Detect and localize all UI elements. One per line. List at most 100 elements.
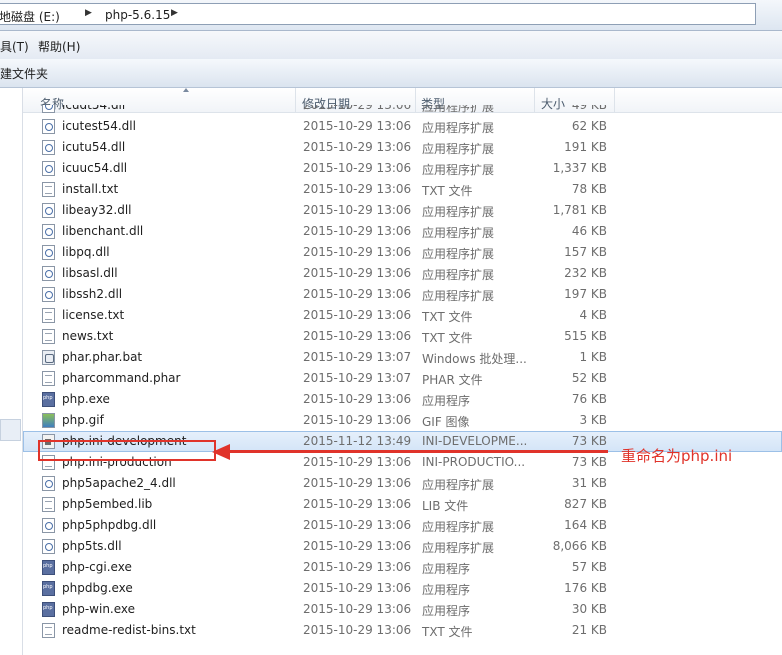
file-row[interactable]: install.txt 2015-10-29 13:06 TXT 文件 78 KB xyxy=(23,179,782,200)
file-row[interactable]: pharcommand.phar 2015-10-29 13:07 PHAR 文件 5… xyxy=(23,368,782,389)
sort-ascending-icon xyxy=(183,88,189,92)
dll-file-icon xyxy=(42,518,55,533)
file-size: 76 KB xyxy=(571,392,607,406)
file-date: 2015-10-29 13:06 xyxy=(303,392,412,406)
file-row[interactable]: php5ts.dll 2015-10-29 13:06 应用程序扩展 8,066 KB xyxy=(23,536,782,557)
file-date: 2015-10-29 13:06 xyxy=(303,161,412,175)
file-size: 157 KB xyxy=(564,245,607,259)
file-type: TXT 文件 xyxy=(422,625,473,639)
dll-file-icon xyxy=(42,140,55,155)
file-date: 2015-10-29 13:06 xyxy=(303,266,412,280)
dll-file-icon xyxy=(42,224,55,239)
dll-file-icon xyxy=(42,476,55,491)
menu-tools[interactable]: 具(T) xyxy=(0,38,29,55)
nav-selected-item[interactable] xyxy=(0,419,21,441)
file-size: 57 KB xyxy=(571,560,607,574)
file-date: 2015-10-29 13:06 xyxy=(303,140,412,154)
file-date: 2015-10-29 13:06 xyxy=(303,308,412,322)
file-row[interactable]: icuuc54.dll 2015-10-29 13:06 应用程序扩展 1,337 K… xyxy=(23,158,782,179)
file-type: LIB 文件 xyxy=(422,499,469,513)
file-type: 应用程序扩展 xyxy=(422,121,495,135)
file-row[interactable]: icutest54.dll 2015-10-29 13:06 应用程序扩展 62 KB xyxy=(23,116,782,137)
file-type: TXT 文件 xyxy=(422,184,473,198)
file-row[interactable]: libpq.dll 2015-10-29 13:06 应用程序扩展 157 KB xyxy=(23,242,782,263)
file-name: php5embed.lib xyxy=(62,497,153,511)
file-size: 30 KB xyxy=(571,602,607,616)
file-row[interactable]: libssh2.dll 2015-10-29 13:06 应用程序扩展 197 KB xyxy=(23,284,782,305)
file-size: 52 KB xyxy=(571,371,607,385)
file-name: libpq.dll xyxy=(62,245,110,259)
arrow-left-icon xyxy=(212,444,230,460)
file-date: 2015-10-29 13:06 xyxy=(303,182,412,196)
file-type: 应用程序 xyxy=(422,583,471,597)
file-name: pharcommand.phar xyxy=(62,371,181,385)
file-name: php5phpdbg.dll xyxy=(62,518,157,532)
annotation-highlight-box xyxy=(38,440,216,461)
annotation-note: 重命名为php.ini xyxy=(621,447,733,465)
file-row[interactable]: libsasl.dll 2015-10-29 13:06 应用程序扩展 232 KB xyxy=(23,263,782,284)
file-row[interactable]: phpdbg.exe 2015-10-29 13:06 应用程序 176 KB xyxy=(23,578,782,599)
breadcrumb-folder[interactable]: php-5.6.15 xyxy=(105,8,170,22)
dll-file-icon xyxy=(42,539,55,554)
file-row[interactable]: icudt54.dll 2015-10-29 13:06 应用程序扩展 49 KB xyxy=(23,105,782,116)
file-row[interactable]: libeay32.dll 2015-10-29 13:06 应用程序扩展 1,781 … xyxy=(23,200,782,221)
file-date: 2015-10-29 13:06 xyxy=(303,413,412,427)
file-size: 164 KB xyxy=(564,518,607,532)
file-size: 73 KB xyxy=(571,434,607,448)
breadcrumb-drive[interactable]: 地磁盘 (E:) xyxy=(0,8,60,25)
file-row[interactable]: readme-redist-bins.txt 2015-10-29 13:06 TX… xyxy=(23,620,782,641)
file-row[interactable]: php5apache2_4.dll 2015-10-29 13:06 应用程序扩展 3… xyxy=(23,473,782,494)
address-bar: 地磁盘 (E:) ▶ php-5.6.15 ▶ xyxy=(0,0,782,31)
file-row[interactable]: php.exe 2015-10-29 13:06 应用程序 76 KB xyxy=(23,389,782,410)
txt-file-icon xyxy=(42,308,55,323)
file-row[interactable]: news.txt 2015-10-29 13:06 TXT 文件 515 KB xyxy=(23,326,782,347)
file-date: 2015-10-29 13:06 xyxy=(303,518,412,532)
file-size: 1 KB xyxy=(579,350,607,364)
file-date: 2015-10-29 13:06 xyxy=(303,539,412,553)
navigation-pane[interactable] xyxy=(0,88,23,655)
file-type: 应用程序扩展 xyxy=(422,142,495,156)
dll-file-icon xyxy=(42,266,55,281)
file-type: 应用程序扩展 xyxy=(422,105,495,114)
file-row[interactable]: php-cgi.exe 2015-10-29 13:06 应用程序 57 KB xyxy=(23,557,782,578)
breadcrumb-separator-icon[interactable]: ▶ xyxy=(171,8,178,18)
new-folder-button[interactable]: 建文件夹 xyxy=(0,65,48,82)
file-row[interactable]: php-win.exe 2015-10-29 13:06 应用程序 30 KB xyxy=(23,599,782,620)
file-size: 31 KB xyxy=(571,476,607,490)
dll-file-icon xyxy=(42,161,55,176)
file-date: 2015-10-29 13:06 xyxy=(303,224,412,238)
annotation-arrow-line xyxy=(228,450,608,453)
file-list: icudt54.dll 2015-10-29 13:06 应用程序扩展 49 KB ic… xyxy=(23,105,782,655)
file-size: 515 KB xyxy=(564,329,607,343)
txt-file-icon xyxy=(42,497,55,512)
file-type: 应用程序扩展 xyxy=(422,205,495,219)
file-row[interactable]: php5embed.lib 2015-10-29 13:06 LIB 文件 827 K… xyxy=(23,494,782,515)
breadcrumb-separator-icon[interactable]: ▶ xyxy=(85,8,92,18)
file-size: 49 KB xyxy=(571,105,607,112)
file-row[interactable]: icutu54.dll 2015-10-29 13:06 应用程序扩展 191 KB xyxy=(23,137,782,158)
file-type: TXT 文件 xyxy=(422,331,473,345)
file-type: 应用程序扩展 xyxy=(422,289,495,303)
file-row[interactable]: license.txt 2015-10-29 13:06 TXT 文件 4 KB xyxy=(23,305,782,326)
exe-file-icon xyxy=(42,392,55,407)
file-row[interactable]: phar.phar.bat 2015-10-29 13:07 Windows 批处理… xyxy=(23,347,782,368)
file-row[interactable]: php5phpdbg.dll 2015-10-29 13:06 应用程序扩展 164 … xyxy=(23,515,782,536)
file-type: 应用程序扩展 xyxy=(422,226,495,240)
dll-file-icon xyxy=(42,203,55,218)
menu-help[interactable]: 帮助(H) xyxy=(38,38,80,55)
exe-file-icon xyxy=(42,602,55,617)
file-name: php.gif xyxy=(62,413,104,427)
file-type: 应用程序扩展 xyxy=(422,478,495,492)
file-date: 2015-10-29 13:06 xyxy=(303,560,412,574)
file-name: news.txt xyxy=(62,329,114,343)
file-type: 应用程序扩展 xyxy=(422,247,495,261)
file-type: GIF 图像 xyxy=(422,415,470,429)
file-size: 73 KB xyxy=(571,455,607,469)
file-row[interactable]: php.gif 2015-10-29 13:06 GIF 图像 3 KB xyxy=(23,410,782,431)
exe-file-icon xyxy=(42,560,55,575)
file-row[interactable]: libenchant.dll 2015-10-29 13:06 应用程序扩展 46 K… xyxy=(23,221,782,242)
file-name: phpdbg.exe xyxy=(62,581,133,595)
file-date: 2015-10-29 13:06 xyxy=(303,581,412,595)
file-size: 62 KB xyxy=(571,119,607,133)
address-field[interactable]: 地磁盘 (E:) ▶ php-5.6.15 ▶ xyxy=(0,3,756,25)
